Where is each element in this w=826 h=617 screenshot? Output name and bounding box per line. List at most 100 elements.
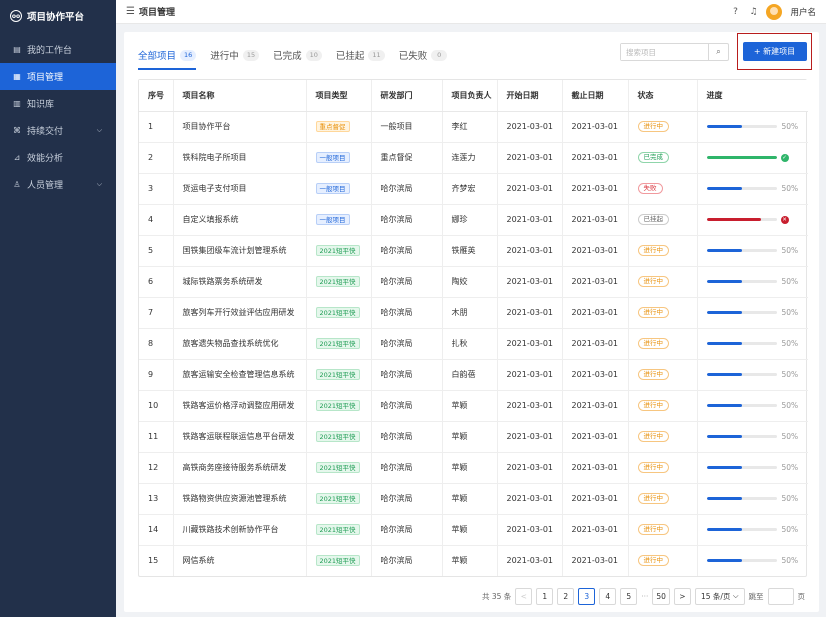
sidebar-item-knowledge[interactable]: ▥ 知识库 [0,90,116,117]
sidebar-item-project-mgmt[interactable]: ▦ 项目管理 [0,63,116,90]
status-badge: 进行中 [637,493,669,504]
table-row[interactable]: 9 旅客运输安全检查管理信息系统 2021短平快 哈尔滨局 白韵蓓 2021-03-01 2… [139,359,808,391]
project-name[interactable]: 旅客遗失物品查找系统优化 [173,328,307,360]
menu-icon[interactable]: ☰ [126,6,135,17]
table-row[interactable]: 6 城际铁路票务系统研发 2021短平快 哈尔滨局 陶姣 2021-03-01 2021-0… [139,266,808,298]
app-logo[interactable]: oo 项目协作平台 [0,0,116,32]
prev-page-button[interactable]: < [515,587,533,605]
progress-percent: 50% [781,463,799,472]
progress-cell: 50% [697,297,808,329]
project-type-tag: 2021短平快 [315,369,360,380]
tab-0[interactable]: 全部项目 16 [138,40,197,70]
department: 哈尔滨局 [371,390,443,422]
project-type-tag: 一般项目 [315,214,350,225]
status-badge: 进行中 [637,245,669,256]
project-type-tag: 2021短平快 [315,400,360,411]
project-name[interactable]: 旅客运输安全检查管理信息系统 [173,359,307,391]
page-button-1[interactable]: 1 [536,587,554,605]
progress-cell: 50% [697,452,808,484]
table-row[interactable]: 15 网信系统 2021短平快 哈尔滨局 苹颖 2021-03-01 2021-03-01 进… [139,545,808,576]
department: 哈尔滨局 [371,266,443,298]
project-name[interactable]: 网信系统 [173,545,307,576]
page-button-3[interactable]: 3 [578,587,596,605]
bell-icon[interactable]: ♫ [748,7,758,17]
help-icon[interactable]: ? [730,7,740,17]
tab-3[interactable]: 已挂起 11 [336,40,385,70]
department: 一般项目 [371,111,443,143]
pagination: 共 35 条 < 12345 ··· 50 > 15 条/页 ⌵ 跳至 页 [482,586,805,606]
end-date: 2021-03-01 [562,142,629,174]
project-name[interactable]: 高铁商务座接待服务系统研发 [173,452,307,484]
project-name[interactable]: 货运电子支付项目 [173,173,307,205]
tab-2[interactable]: 已完成 10 [273,40,322,70]
tab-4[interactable]: 已失败 0 [399,40,448,70]
last-page-button[interactable]: 50 [652,587,670,605]
project-name[interactable]: 旅客列车开行效益评估应用研发 [173,297,307,329]
column-header: 进度 [697,80,808,112]
search-box: ⌕ [620,43,729,61]
table-row[interactable]: 8 旅客遗失物品查找系统优化 2021短平快 哈尔滨局 扎秋 2021-03-01 2021… [139,328,808,360]
progress-cell: 50% [697,235,808,267]
table-row[interactable]: 3 货运电子支付项目 一般项目 哈尔滨局 齐梦宏 2021-03-01 2021-03-01… [139,173,808,205]
department: 哈尔滨局 [371,328,443,360]
row-number: 9 [139,359,174,391]
next-page-button[interactable]: > [673,587,691,605]
end-date: 2021-03-01 [562,483,629,515]
table-row[interactable]: 14 川藏铁路技术创新协作平台 2021短平快 哈尔滨局 苹颖 2021-03-01 202… [139,514,809,546]
table-row[interactable]: 11 铁路客运联程联运信息平台研发 2021短平快 哈尔滨局 苹颖 2021-03-01 2… [139,421,808,453]
table-row[interactable]: 13 铁路物资供应资源池管理系统 2021短平快 哈尔滨局 苹颖 2021-03-01 20… [139,483,808,515]
table-row[interactable]: 2 铁科院电子所项目 一般项目 重点督促 连莲力 2021-03-01 2021-03-01… [139,142,808,174]
page-button-2[interactable]: 2 [557,587,575,605]
project-name[interactable]: 铁科院电子所项目 [173,142,307,174]
progress: 50% [706,401,809,410]
search-icon[interactable]: ⌕ [708,44,728,60]
sidebar-item-analytics[interactable]: ⊿ 效能分析 [0,144,116,171]
row-number: 12 [139,452,174,484]
sidebar-item-workbench[interactable]: ▤ 我的工作台 [0,36,116,63]
page-button-4[interactable]: 4 [599,587,617,605]
table-row[interactable]: 7 旅客列车开行效益评估应用研发 2021短平快 哈尔滨局 木朋 2021-03-01 20… [139,297,808,329]
jump-label: 跳至 [748,591,764,601]
department: 重点督促 [371,142,443,174]
table-row[interactable]: 4 自定义填报系统 一般项目 哈尔滨局 娜珍 2021-03-01 2021-03-01 已挂… [139,204,808,236]
project-name[interactable]: 川藏铁路技术创新协作平台 [173,514,307,546]
project-name[interactable]: 国铁集团级车流计划管理系统 [173,235,307,267]
status-cell: 进行中 [628,545,698,576]
tab-1[interactable]: 进行中 15 [210,40,260,70]
column-header: 开始日期 [497,80,563,112]
progress: 50% [706,525,809,534]
table-row[interactable]: 5 国铁集团级车流计划管理系统 2021短平快 哈尔滨局 铁雁英 2021-03-01 20… [139,235,808,267]
start-date: 2021-03-01 [497,421,563,453]
project-name[interactable]: 铁路物资供应资源池管理系统 [173,483,307,515]
table-row[interactable]: 12 高铁商务座接待服务系统研发 2021短平快 哈尔滨局 苹颖 2021-03-01 20… [139,452,808,484]
search-input[interactable] [621,44,708,60]
project-name[interactable]: 城际铁路票务系统研发 [173,266,307,298]
sidebar-item-label: 我的工作台 [27,46,73,56]
project-name[interactable]: 铁路客运联程联运信息平台研发 [173,421,307,453]
page-button-5[interactable]: 5 [620,587,638,605]
page-size-select[interactable]: 15 条/页 ⌵ [694,587,745,605]
status-cell: 已完成 [628,142,698,174]
progress-percent: 50% [781,525,799,534]
tab-label: 进行中 [210,51,239,62]
status-cell: 已挂起 [628,204,698,236]
table-row[interactable]: 10 铁路客运价格浮动调整应用研发 2021短平快 哈尔滨局 苹颖 2021-03-01 2… [139,390,809,422]
new-project-button[interactable]: + 新建项目 [742,42,807,61]
sidebar-item-people[interactable]: ♙ 人员管理 ⌵ [0,171,116,198]
username[interactable]: 用户名 [790,6,816,18]
project-name[interactable]: 自定义填报系统 [173,204,307,236]
jump-input[interactable] [767,587,794,605]
project-name[interactable]: 项目协作平台 [173,111,307,143]
progress-percent: 50% [781,556,799,566]
progress-percent: 50% [781,277,799,286]
avatar[interactable] [766,4,783,20]
start-date: 2021-03-01 [497,297,563,329]
column-header: 研发部门 [371,80,443,112]
sidebar-item-delivery[interactable]: ⌘ 持续交付 ⌵ [0,117,116,144]
project-name[interactable]: 铁路客运价格浮动调整应用研发 [173,390,307,422]
status-badge: 进行中 [637,431,669,442]
page-ellipsis[interactable]: ··· [641,592,648,601]
close-circle-icon: ✕ [780,215,789,224]
progress-bar [706,559,777,563]
table-row[interactable]: 1 项目协作平台 重点督促 一般项目 李红 2021-03-01 2021-03-01 进行中… [139,111,808,143]
